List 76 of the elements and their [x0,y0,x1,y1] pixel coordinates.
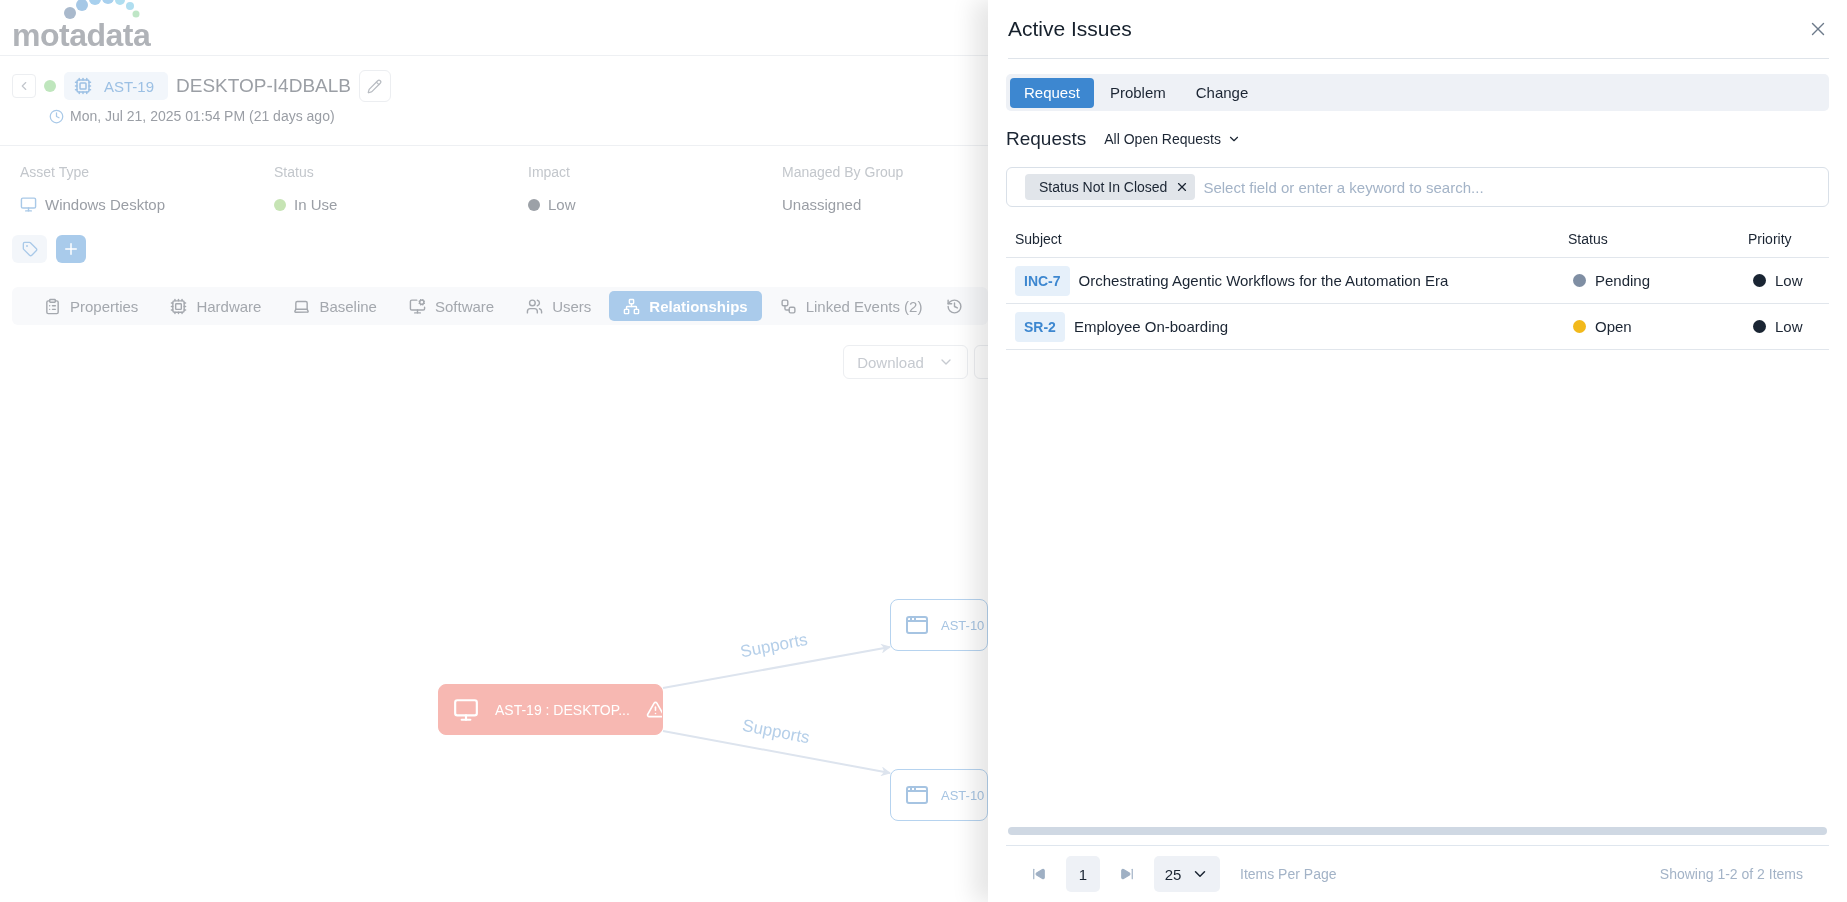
warning-icon [645,700,662,719]
graph-node[interactable]: AST-10 [890,599,988,651]
asset-id: AST-19 [104,77,155,95]
field-value: In Use [294,196,338,213]
status-text: Pending [1595,272,1651,289]
asset-title: DESKTOP-I4DBALB [176,75,351,97]
field-label: Impact [528,164,571,180]
chip-icon [74,77,92,95]
pencil-icon [367,78,383,94]
priority-text: Low [1775,272,1803,289]
tab[interactable]: Relationships [609,291,762,321]
page-size-dropdown[interactable]: 25 [1154,856,1220,892]
ticket-subject: Employee On-boarding [1073,318,1229,335]
priority-text: Low [1775,318,1803,335]
tab[interactable]: Software [394,291,509,321]
node-label: AST-10 [941,787,985,803]
nodes-icon [779,297,797,315]
node-label: AST-19 : DESKTOP... [495,701,630,718]
filter-dropdown[interactable]: All Open Requests [1104,131,1241,147]
ticket-subject: Orchestrating Agentic Workflows for the Automation Era [1078,272,1449,289]
first-page-icon[interactable] [1032,867,1046,881]
panel-title: Active Issues [1008,17,1132,41]
ticket-id[interactable]: INC-7 [1015,265,1070,296]
page-button[interactable]: 1 [1066,856,1100,892]
field-label: Managed By Group [782,164,905,180]
page-size-label: Items Per Page [1240,866,1337,882]
timestamp: Mon, Jul 21, 2025 01:54 PM (21 days ago) [70,108,335,124]
field-value: Low [548,196,576,213]
tab[interactable]: Request [1010,77,1094,108]
search-field[interactable]: Status Not In Closed Select field or enter a keyword to search... [1006,167,1829,207]
ticket-id[interactable]: SR-2 [1015,311,1065,342]
filter-chip-label: Status Not In Closed [1039,179,1168,195]
plus-icon [62,240,80,258]
chip-icon [170,297,188,315]
window-icon [905,613,929,637]
column-header: Priority [1739,231,1829,258]
download-button[interactable]: Download [843,345,968,379]
monitor-icon [408,297,426,315]
edge-label: Supports [738,629,810,662]
tab[interactable]: Properties [30,291,153,321]
column-header: Subject [1006,231,1559,258]
edit-button[interactable] [358,70,391,102]
monitor-icon [20,196,37,213]
history-icon[interactable] [946,297,964,315]
column-header: Status [1559,231,1739,258]
tab[interactable]: Users [512,291,606,321]
tab[interactable]: Baseline [279,291,391,321]
users-icon [526,297,544,315]
tab[interactable]: Problem [1095,77,1180,108]
graph-node[interactable]: AST-10 [890,769,988,821]
last-page-icon[interactable] [1120,867,1134,881]
tag-button[interactable] [12,235,47,263]
monitor-icon [453,696,479,723]
field-value: Windows Desktop [45,196,166,213]
window-icon [905,783,929,807]
scrollbar[interactable] [1008,827,1827,835]
tab[interactable]: Linked Events (2) [765,291,937,321]
add-button[interactable] [56,235,86,263]
pagination-summary: Showing 1-2 of 2 Items [1659,866,1803,882]
logo-text: motadata [12,19,151,51]
back-button[interactable] [12,74,36,98]
clock-icon [49,108,64,124]
clipboard-icon [44,297,61,315]
field-label: Status [274,164,315,180]
status-dot [44,80,56,92]
tag-icon [21,241,38,257]
field-value: Unassigned [782,196,862,213]
status-text: Open [1595,318,1632,335]
network-icon [623,297,641,315]
tab[interactable]: Change [1181,77,1263,108]
edge-label: Supports [740,715,812,748]
field-label: Asset Type [20,164,90,180]
graph-node[interactable]: AST-19 : DESKTOP... [438,684,663,735]
section-heading: Requests [1006,128,1087,150]
tab[interactable]: Hardware [156,291,276,321]
node-label: AST-10 [941,617,985,633]
